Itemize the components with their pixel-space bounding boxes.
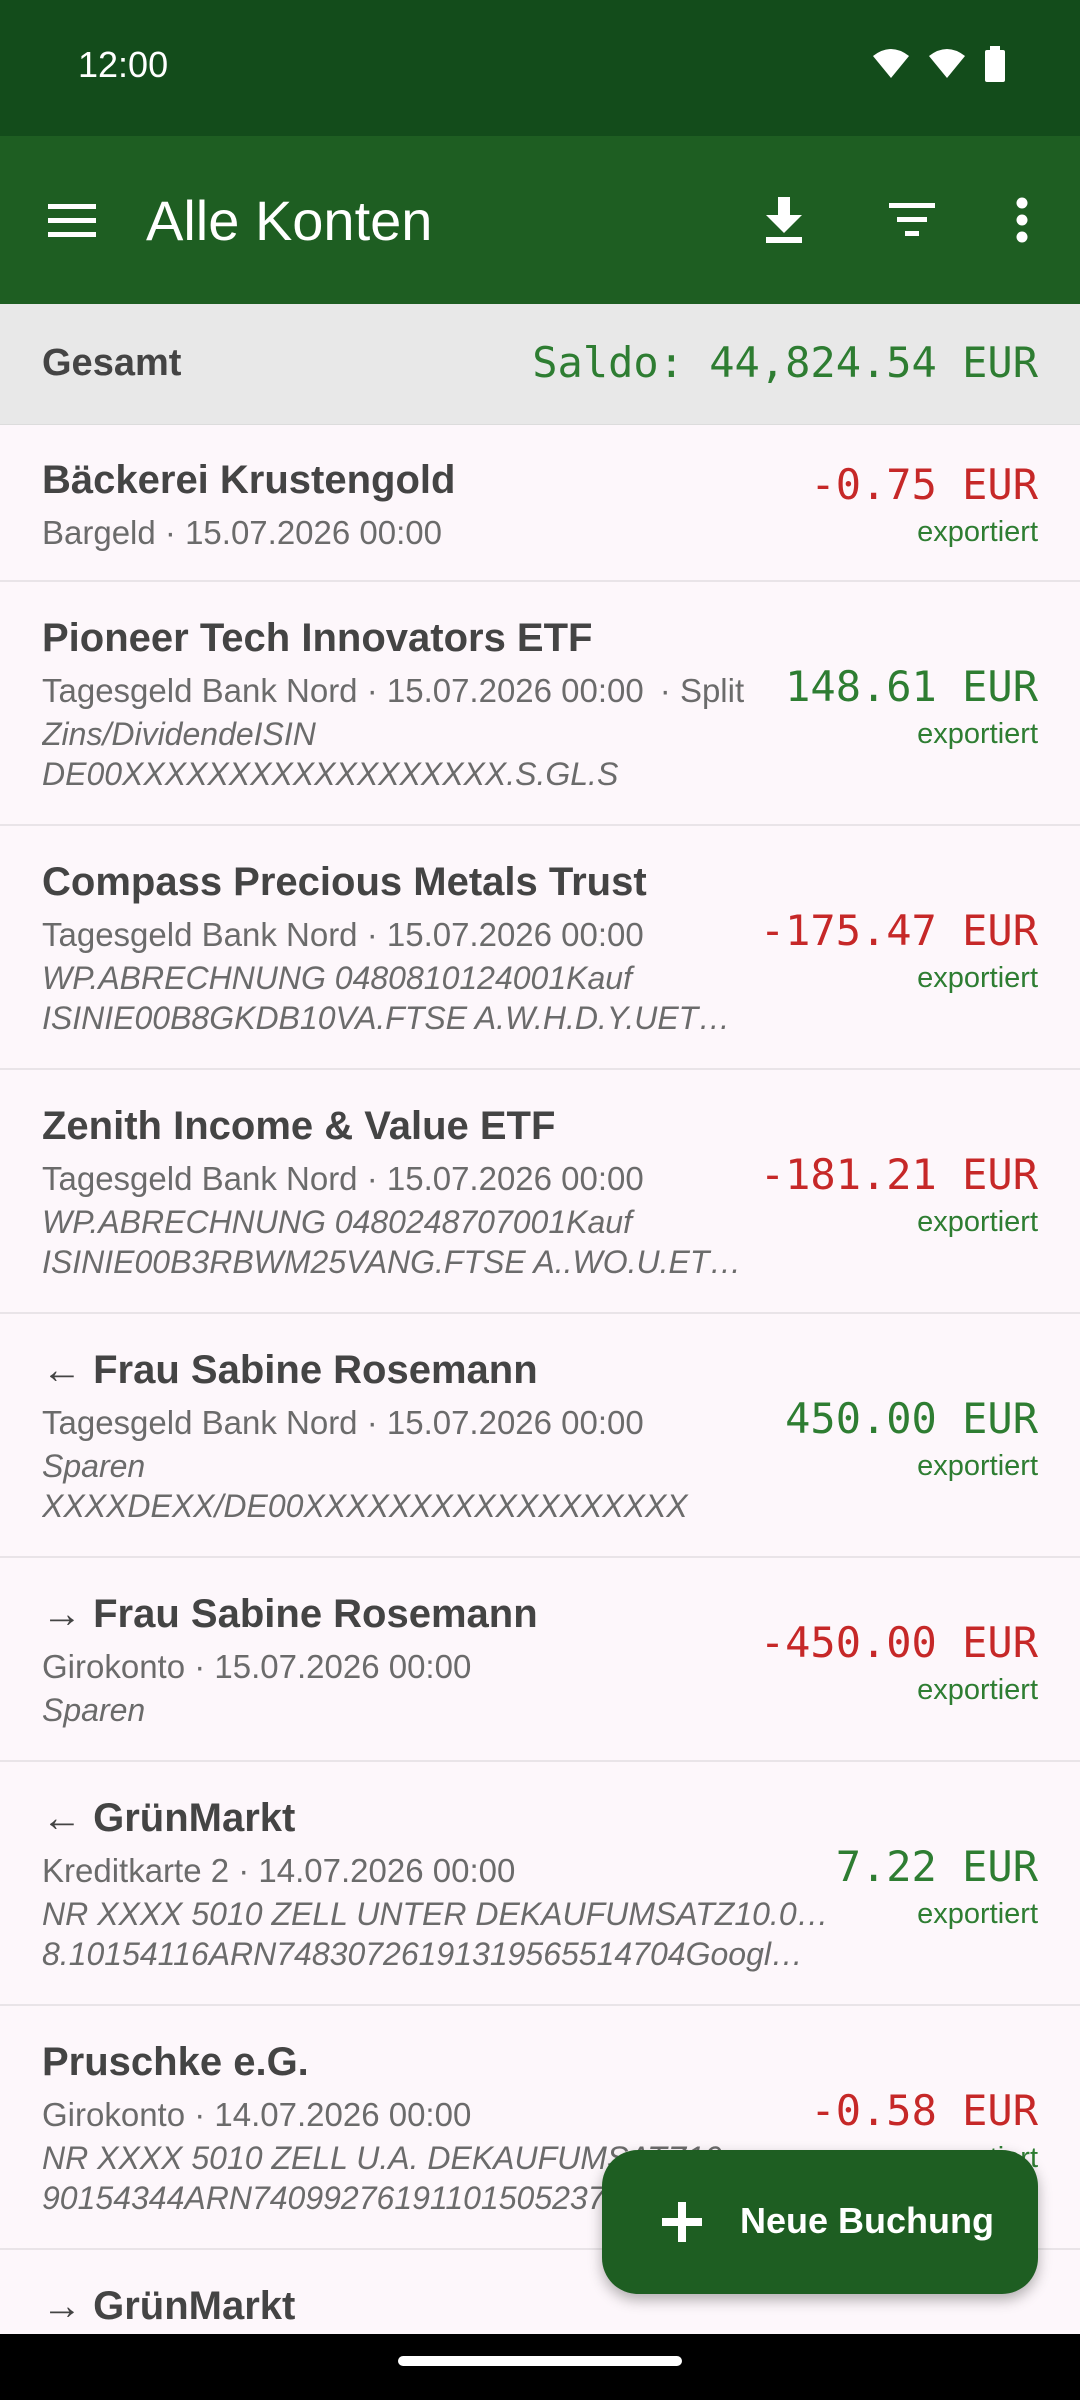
transaction-meta: Tagesgeld Bank Nord · 15.07.2026 00:00 xyxy=(42,1404,644,1441)
transaction-note-line1: Zins/DividendeISIN xyxy=(42,716,316,752)
transaction-amount: 7.22 EUR xyxy=(835,1842,1038,1891)
transaction-item[interactable]: ← Frau Sabine Rosemann Tagesgeld Bank No… xyxy=(0,1314,1080,1558)
new-booking-label: Neue Buchung xyxy=(740,2200,995,2241)
more-options-button[interactable] xyxy=(986,184,1058,256)
total-summary: Gesamt Saldo: 44,824.54 EUR xyxy=(0,304,1080,425)
menu-button[interactable] xyxy=(36,184,108,256)
transaction-title: ← Frau Sabine Rosemann xyxy=(42,1348,538,1392)
plus-icon xyxy=(662,2202,702,2242)
transaction-status: exportiert xyxy=(917,1206,1038,1238)
transaction-item[interactable]: → Frau Sabine Rosemann Girokonto · 15.07… xyxy=(0,1558,1080,1762)
transaction-amount: -181.21 EUR xyxy=(759,1150,1038,1199)
split-label: · Split xyxy=(659,672,745,709)
status-icons xyxy=(872,46,1006,82)
transaction-note-line2: ISINIE00B3RBWM25VANG.FTSE A..WO.U.ETF … xyxy=(42,1244,747,1280)
transaction-note-line2: XXXXDEXX/DE00XXXXXXXXXXXXXXXXXX xyxy=(42,1488,688,1524)
transaction-status: exportiert xyxy=(917,962,1038,994)
transaction-note-line1: WP.ABRECHNUNG 0480248707001Kauf xyxy=(42,1204,632,1240)
download-icon xyxy=(766,197,802,243)
transaction-amount: 450.00 EUR xyxy=(785,1394,1038,1443)
transaction-meta: Tagesgeld Bank Nord · 15.07.2026 00:00 · … xyxy=(42,672,744,710)
transaction-meta: Kreditkarte 2 · 14.07.2026 00:00 xyxy=(42,1852,516,1889)
summary-label: Gesamt xyxy=(42,342,182,384)
page-title: Alle Konten xyxy=(146,189,433,252)
transaction-title: ← GrünMarkt xyxy=(42,1796,296,1840)
transaction-meta-text: Tagesgeld Bank Nord · 15.07.2026 00:00 xyxy=(42,672,644,709)
filter-button[interactable] xyxy=(876,184,948,256)
transaction-status: exportiert xyxy=(917,1674,1038,1706)
transaction-title: Zenith Income & Value ETF xyxy=(42,1104,556,1148)
transaction-title: Pioneer Tech Innovators ETF xyxy=(42,616,593,660)
transaction-item[interactable]: Compass Precious Metals Trust Tagesgeld … xyxy=(0,826,1080,1070)
transaction-note-line2: 8.10154116ARN74830726191319565514704Goog… xyxy=(42,1936,803,1972)
transaction-status: exportiert xyxy=(917,1450,1038,1482)
home-gesture-handle[interactable] xyxy=(398,2356,682,2366)
new-booking-button[interactable]: Neue Buchung xyxy=(602,2150,1038,2294)
transaction-item[interactable]: ← GrünMarkt Kreditkarte 2 · 14.07.2026 0… xyxy=(0,1762,1080,2006)
transaction-amount: -450.00 EUR xyxy=(759,1618,1038,1667)
transaction-amount: -0.58 EUR xyxy=(810,2086,1038,2135)
transaction-item[interactable]: Pioneer Tech Innovators ETF Tagesgeld Ba… xyxy=(0,582,1080,826)
transaction-note-line1: WP.ABRECHNUNG 0480810124001Kauf xyxy=(42,960,632,996)
transaction-title: Pruschke e.G. xyxy=(42,2040,309,2084)
transaction-note-line1: Sparen xyxy=(42,1448,146,1484)
transaction-title: Compass Precious Metals Trust xyxy=(42,860,647,904)
system-navigation-bar xyxy=(0,2334,1080,2400)
transaction-meta: Tagesgeld Bank Nord · 15.07.2026 00:00 xyxy=(42,1160,644,1197)
transaction-list: Bäckerei Krustengold Bargeld · 15.07.202… xyxy=(0,424,1080,2370)
transaction-title: → GrünMarkt xyxy=(42,2284,296,2328)
transaction-status: exportiert xyxy=(917,1898,1038,1930)
transaction-amount: -0.75 EUR xyxy=(810,460,1038,509)
transaction-title: → Frau Sabine Rosemann xyxy=(42,1592,538,1636)
filter-icon xyxy=(889,203,935,236)
transaction-status: exportiert xyxy=(917,718,1038,750)
download-button[interactable] xyxy=(748,184,820,256)
total-balance: Saldo: 44,824.54 EUR xyxy=(532,338,1038,387)
wifi-icon xyxy=(873,49,909,78)
transaction-note-line1: Sparen xyxy=(42,1692,146,1728)
transaction-meta: Bargeld · 15.07.2026 00:00 xyxy=(42,514,442,551)
transaction-meta: Tagesgeld Bank Nord · 15.07.2026 00:00 xyxy=(42,916,644,953)
status-bar: 12:00 xyxy=(0,0,1080,136)
status-time: 12:00 xyxy=(78,44,169,85)
transaction-status: exportiert xyxy=(917,516,1038,548)
transaction-title: Bäckerei Krustengold xyxy=(42,458,456,502)
transaction-note-line2: DE00XXXXXXXXXXXXXXXXXX.S.GL.S xyxy=(42,756,619,792)
transaction-item[interactable]: Zenith Income & Value ETF Tagesgeld Bank… xyxy=(0,1070,1080,1314)
transaction-note-line2: ISINIE00B8GKDB10VA.FTSE A.W.H.D.Y.UETFD… xyxy=(42,1000,747,1036)
more-vert-icon xyxy=(1016,197,1028,243)
transaction-amount: -175.47 EUR xyxy=(759,906,1038,955)
transaction-note-line1: NR XXXX 5010 ZELL UNTER DEKAUFUMSATZ10.0… xyxy=(42,1896,832,1932)
battery-icon xyxy=(985,46,1005,82)
transaction-meta: Girokonto · 14.07.2026 00:00 xyxy=(42,2096,472,2133)
top-app-bar: Alle Konten xyxy=(0,136,1080,304)
transaction-meta: Girokonto · 15.07.2026 00:00 xyxy=(42,1648,472,1685)
transaction-item[interactable]: Bäckerei Krustengold Bargeld · 15.07.202… xyxy=(0,424,1080,582)
signal-icon xyxy=(929,49,965,78)
menu-icon xyxy=(48,204,96,237)
transaction-amount: 148.61 EUR xyxy=(785,662,1038,711)
